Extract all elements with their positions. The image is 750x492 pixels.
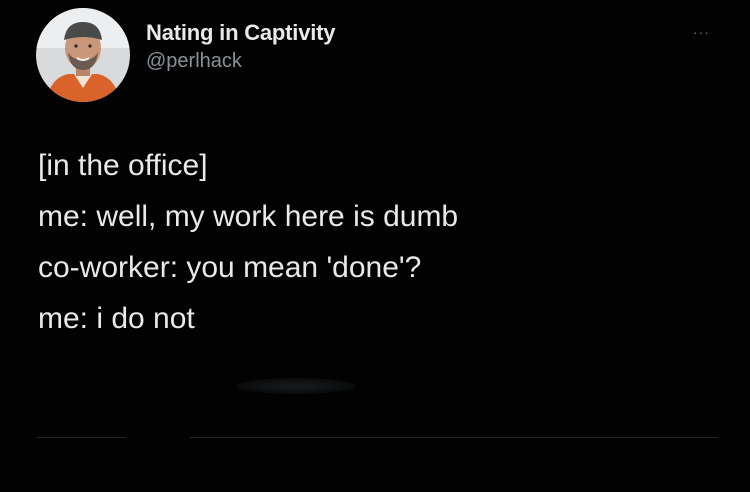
tweet-line: co-worker: you mean 'done'? [38, 251, 422, 284]
tweet-line: me: i do not [38, 302, 195, 335]
tweet-line: me: well, my work here is dumb [38, 200, 459, 233]
avatar[interactable] [36, 8, 130, 102]
tweet-line: [in the office] [38, 149, 208, 182]
author-info: Nating in Captivity @perlhack [146, 20, 336, 73]
divider [36, 437, 126, 438]
divider [190, 437, 718, 438]
display-name[interactable]: Nating in Captivity [146, 20, 336, 46]
more-options-icon[interactable]: ··· [693, 24, 710, 40]
tweet-text: [in the office] me: well, my work here i… [38, 140, 458, 344]
tweet-header: Nating in Captivity @perlhack [36, 8, 336, 102]
tweet-card: Nating in Captivity @perlhack ··· [in th… [0, 0, 750, 492]
image-artifact [236, 378, 356, 394]
avatar-image [36, 8, 130, 102]
user-handle[interactable]: @perlhack [146, 50, 335, 73]
